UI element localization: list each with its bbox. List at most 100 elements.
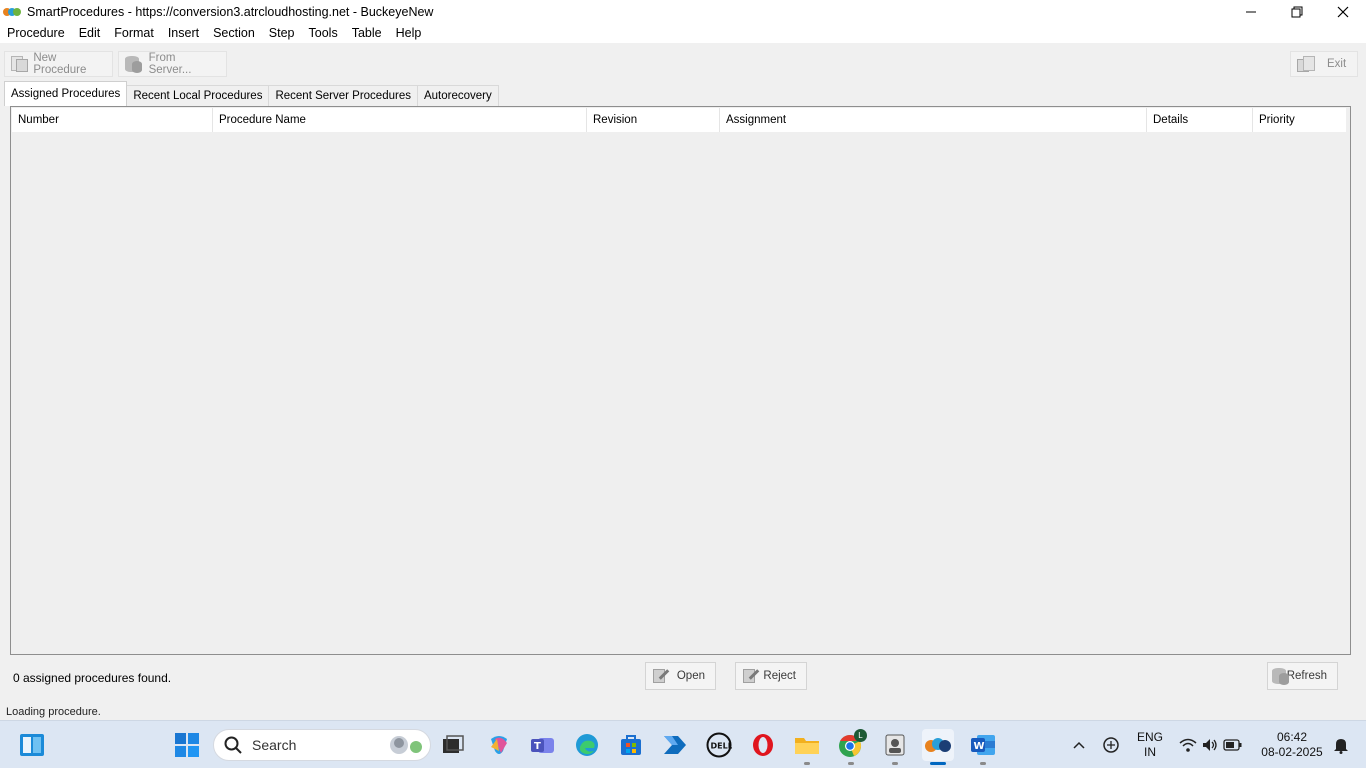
from-server-button[interactable]: From Server... [118, 51, 227, 77]
tab-recent-local-procedures[interactable]: Recent Local Procedures [126, 85, 270, 106]
clock-date: 08-02-2025 [1261, 745, 1323, 759]
copilot-button[interactable] [483, 729, 515, 761]
tab-assigned-procedures[interactable]: Assigned Procedures [4, 81, 128, 106]
open-label: Open [676, 670, 705, 682]
column-revision[interactable]: Revision [587, 108, 720, 132]
reject-button[interactable]: Reject [735, 662, 807, 690]
exit-label: Exit [1327, 58, 1347, 70]
region-code: IN [1144, 745, 1156, 759]
volume-icon [1203, 739, 1217, 751]
show-hidden-icons-button[interactable] [1064, 729, 1094, 761]
svg-text:T: T [534, 741, 541, 752]
search-icon [224, 736, 242, 754]
language-code: ENG [1136, 730, 1163, 744]
refresh-label: Refresh [1286, 670, 1327, 682]
opera-button[interactable] [747, 729, 779, 761]
column-procedure-name[interactable]: Procedure Name [213, 108, 587, 132]
column-assignment[interactable]: Assignment [720, 108, 1147, 132]
restore-button[interactable] [1274, 0, 1320, 23]
open-button[interactable]: Open [645, 662, 716, 690]
teams-button[interactable]: T [527, 729, 559, 761]
cloud-sync-icon [1103, 737, 1119, 753]
taskbar: Search T DELL L W ENG IN 06:42 08-02-202… [0, 720, 1366, 768]
minimize-button[interactable] [1228, 0, 1274, 23]
new-procedure-button[interactable]: New Procedure [4, 51, 113, 77]
from-server-label: From Server... [148, 52, 192, 76]
menu-section[interactable]: Section [206, 23, 262, 43]
close-button[interactable] [1320, 0, 1366, 23]
menu-help[interactable]: Help [389, 23, 429, 43]
widgets-icon [20, 734, 44, 756]
language-indicator[interactable]: ENG IN [1132, 730, 1168, 760]
wifi-icon [1179, 738, 1197, 752]
cloud-sync-button[interactable] [1096, 729, 1126, 761]
column-priority[interactable]: Priority [1253, 108, 1346, 132]
menu-step[interactable]: Step [262, 23, 302, 43]
open-pen-icon [652, 668, 670, 684]
battery-icon [1223, 739, 1242, 751]
reject-label: Reject [763, 670, 796, 682]
tab-recent-server-procedures[interactable]: Recent Server Procedures [268, 85, 418, 106]
status-bar-text: Loading procedure. [6, 706, 101, 718]
dell-button[interactable]: DELL [703, 729, 735, 761]
menu-tools[interactable]: Tools [302, 23, 345, 43]
chevron-up-icon [1073, 741, 1085, 749]
chrome-profile-badge: L [854, 729, 867, 742]
menu-insert[interactable]: Insert [161, 23, 206, 43]
store-icon [621, 735, 641, 755]
assigned-procedures-table[interactable]: Number Procedure Name Revision Assignmen… [10, 106, 1351, 655]
smartprocedures-icon [925, 738, 951, 752]
server-database-icon [123, 55, 143, 73]
exit-icon [1295, 55, 1315, 73]
column-details[interactable]: Details [1147, 108, 1253, 132]
start-button[interactable] [171, 729, 203, 761]
toolbar: New Procedure From Server... Exit [0, 43, 1366, 83]
minimize-icon [1245, 11, 1256, 13]
menu-bar: Procedure Edit Format Insert Section Ste… [0, 23, 1366, 43]
file-explorer-button[interactable] [791, 729, 823, 765]
menu-procedure[interactable]: Procedure [0, 23, 72, 43]
svg-text:DELL: DELL [711, 742, 733, 751]
refresh-button[interactable]: Refresh [1267, 662, 1338, 690]
widgets-button[interactable] [16, 729, 48, 761]
task-view-button[interactable] [437, 729, 469, 761]
title-bar: SmartProcedures - https://conversion3.at… [0, 0, 1366, 23]
exit-button[interactable]: Exit [1290, 51, 1358, 77]
clock-time: 06:42 [1276, 730, 1308, 744]
tab-autorecovery[interactable]: Autorecovery [416, 85, 499, 106]
edge-button[interactable] [571, 729, 603, 761]
new-procedure-label: New Procedure [33, 52, 87, 76]
search-highlight-icon [390, 736, 422, 754]
app-logo-icon [3, 5, 21, 19]
new-document-icon [9, 55, 28, 73]
word-icon: W [971, 735, 995, 755]
taskbar-search[interactable]: Search [213, 729, 431, 761]
column-number[interactable]: Number [12, 108, 213, 132]
notifications-button[interactable] [1330, 729, 1352, 761]
store-button[interactable] [615, 729, 647, 761]
windows-start-icon [175, 733, 199, 757]
notification-bell-icon [1334, 739, 1348, 754]
task-view-icon [443, 735, 464, 753]
menu-table[interactable]: Table [345, 23, 389, 43]
menu-format[interactable]: Format [107, 23, 161, 43]
power-automate-icon [664, 736, 686, 754]
dell-icon: DELL [706, 732, 732, 758]
chrome-button[interactable]: L [835, 729, 867, 765]
contact-card-icon [885, 734, 905, 756]
menu-edit[interactable]: Edit [72, 23, 108, 43]
clock[interactable]: 06:42 08-02-2025 [1254, 730, 1330, 760]
opera-icon [753, 734, 773, 756]
window-title: SmartProcedures - https://conversion3.at… [27, 4, 434, 19]
table-header: Number Procedure Name Revision Assignmen… [12, 108, 1346, 132]
teams-icon: T [531, 738, 554, 753]
folder-icon [795, 738, 819, 754]
edge-icon [576, 734, 598, 756]
contacts-app-button[interactable] [879, 729, 911, 765]
word-button[interactable]: W [967, 729, 999, 765]
power-automate-button[interactable] [659, 729, 691, 761]
procedure-tabs: Assigned Procedures Recent Local Procedu… [4, 81, 499, 106]
network-volume-battery-button[interactable] [1175, 729, 1247, 761]
smartprocedures-taskbar-button[interactable] [922, 729, 954, 765]
search-placeholder: Search [252, 737, 297, 753]
